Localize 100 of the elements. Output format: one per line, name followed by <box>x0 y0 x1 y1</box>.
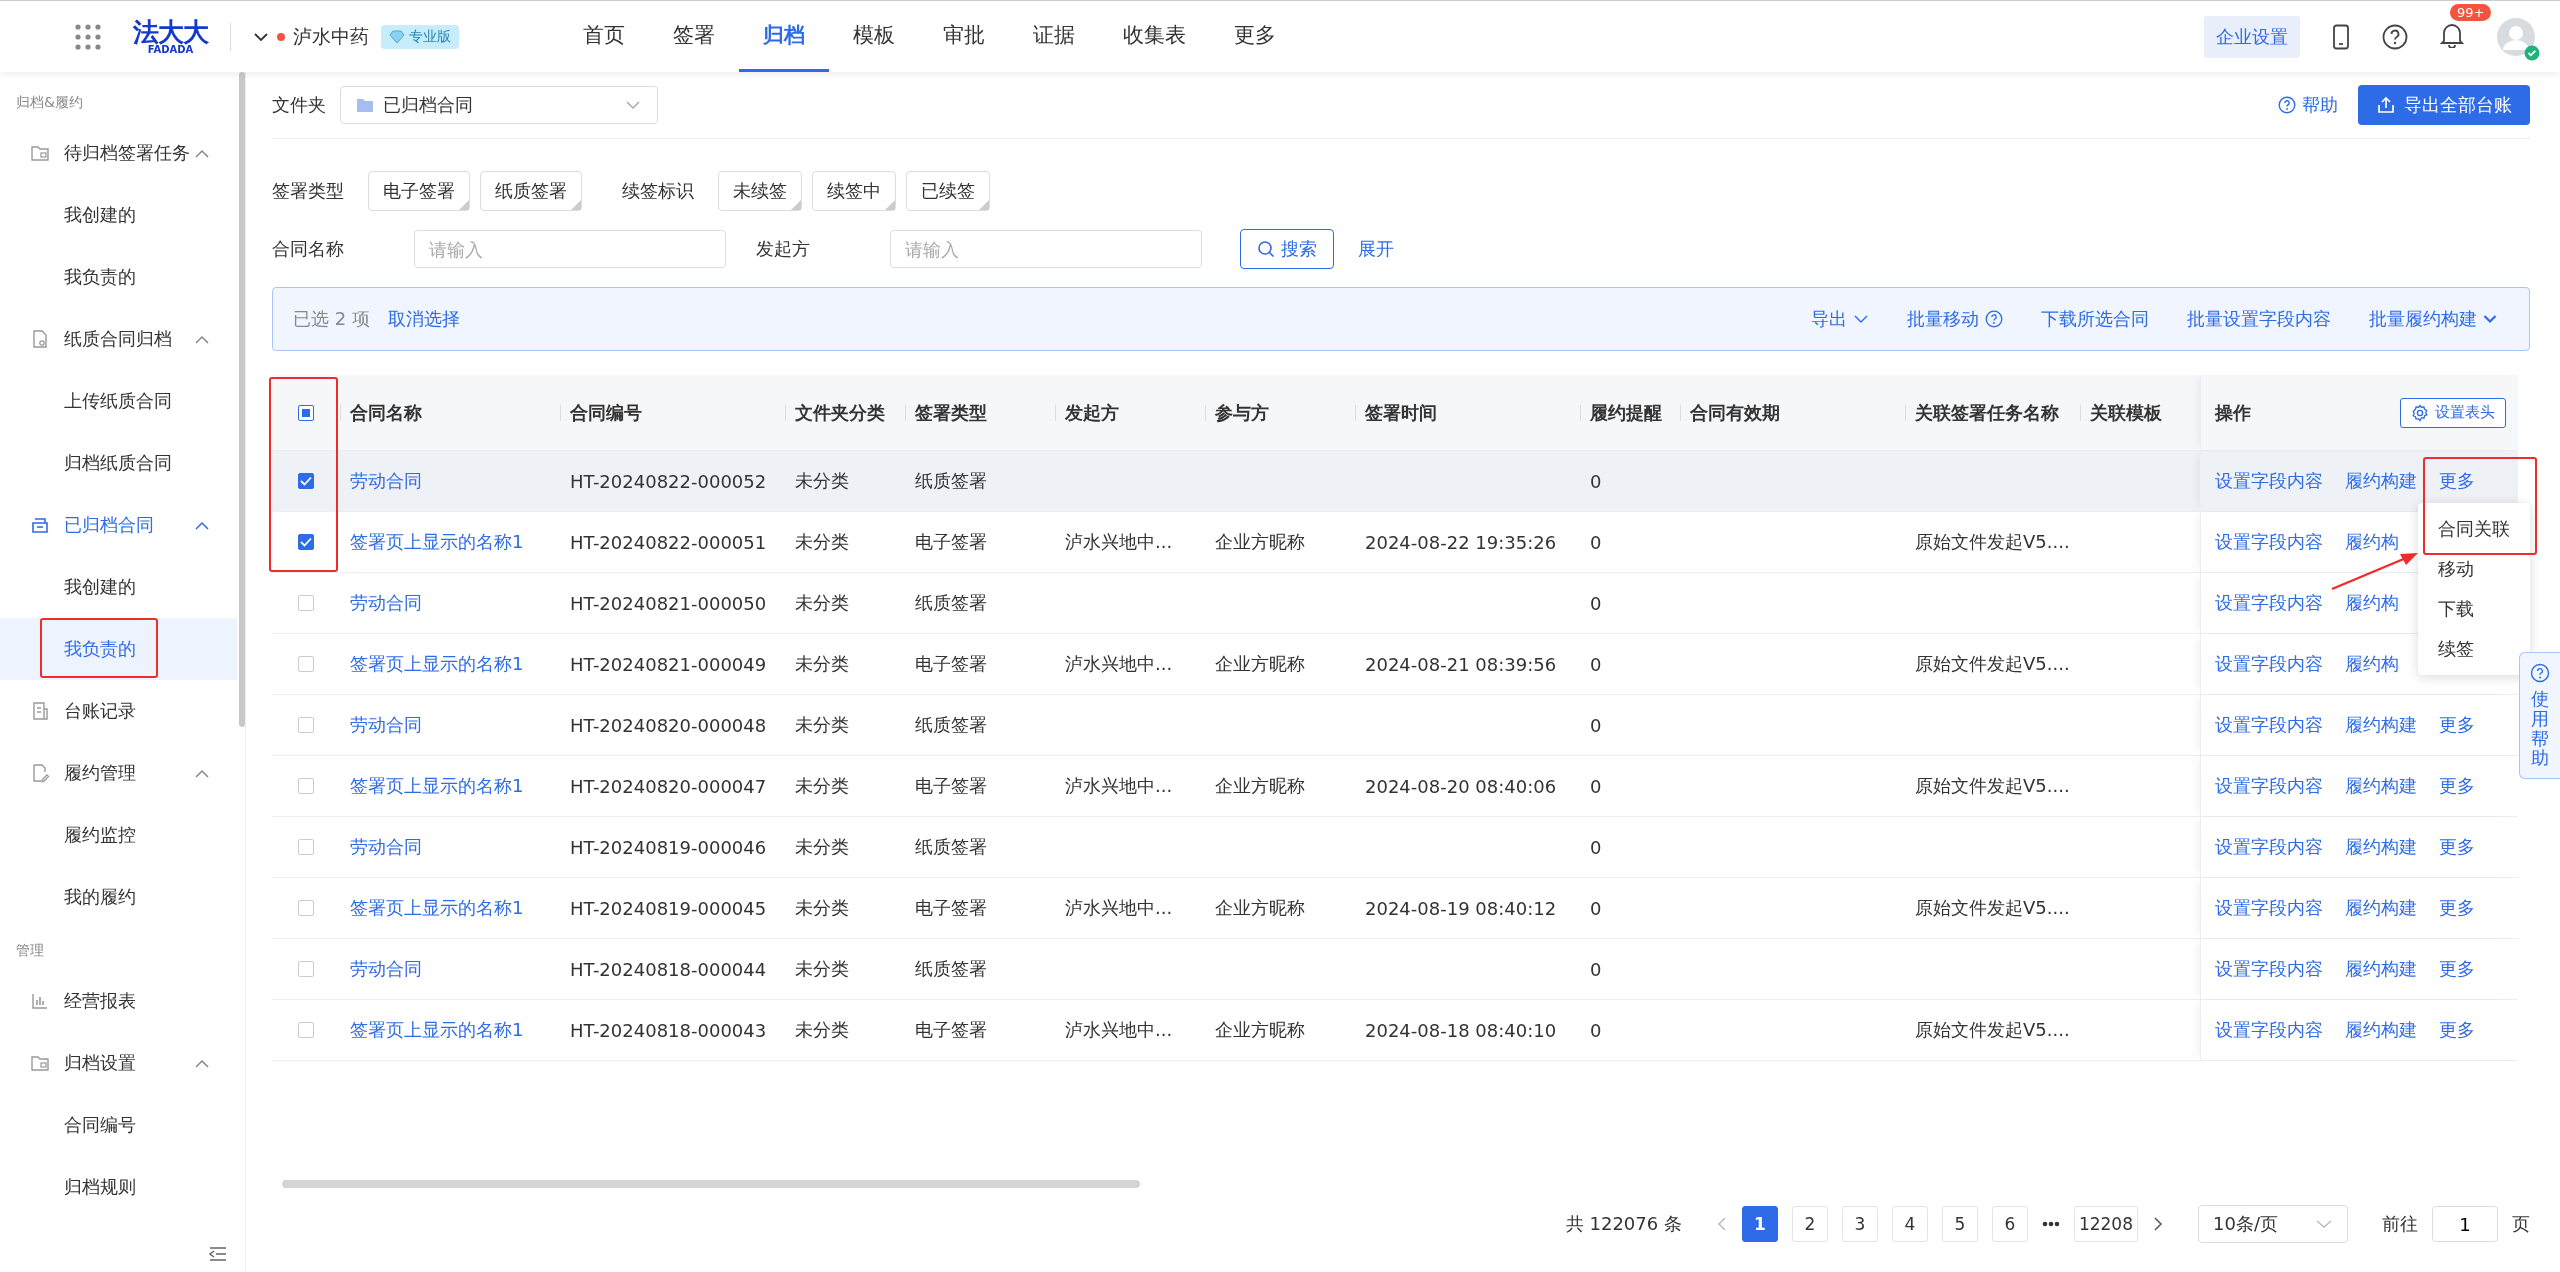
table-row[interactable]: 签署页上显示的名称1 HT-20240820-000047 未分类 电子签署 泸水兴地中... 企业方昵称 2024-08-20 08:40:06 0 原始文件发起V5.... 设置字段内容 履约构建 更多 <box>272 756 2518 817</box>
filter-tag[interactable]: 已续签 <box>906 171 990 211</box>
select-all-checkbox[interactable] <box>298 404 314 421</box>
page-button[interactable]: 3 <box>1841 1206 1878 1242</box>
table-row[interactable]: 劳动合同 HT-20240819-000046 未分类 纸质签署 0 设置字段内容 履约构建 更多 <box>272 817 2518 878</box>
cancel-selection-link[interactable]: 取消选择 <box>387 307 460 331</box>
row-action-link[interactable]: 设置字段内容 <box>2215 469 2323 493</box>
search-button[interactable]: 搜索 <box>1240 229 1334 269</box>
row-action-link[interactable]: 更多 <box>2439 713 2475 737</box>
filter-tag[interactable]: 电子签署 <box>368 171 470 211</box>
row-action-link[interactable]: 履约构建 <box>2345 896 2417 920</box>
contract-name-link[interactable]: 劳动合同 <box>350 958 422 979</box>
row-action-link[interactable]: 设置字段内容 <box>2215 774 2323 798</box>
row-action-link[interactable]: 设置字段内容 <box>2215 1018 2323 1042</box>
batch-action-link[interactable]: 导出 <box>1811 307 1869 331</box>
contract-name-link[interactable]: 劳动合同 <box>350 592 422 613</box>
row-action-link[interactable]: 履约构 <box>2345 530 2399 554</box>
enterprise-settings-button[interactable]: 企业设置 <box>2204 15 2300 58</box>
row-action-link[interactable]: 设置字段内容 <box>2215 957 2323 981</box>
sidebar-item[interactable]: 已归档合同 <box>0 494 233 556</box>
column-settings-button[interactable]: 设置表头 <box>2400 397 2506 428</box>
input-field[interactable]: 请输入 <box>414 230 726 268</box>
row-action-link[interactable]: 履约构建 <box>2345 713 2417 737</box>
table-row[interactable]: 签署页上显示的名称1 HT-20240819-000045 未分类 电子签署 泸水兴地中... 企业方昵称 2024-08-19 08:40:12 0 原始文件发起V5.... 设置字段内容 履约构建 更多 <box>272 878 2518 939</box>
row-action-link[interactable]: 更多 <box>2439 469 2475 493</box>
apps-grid-icon[interactable] <box>75 23 101 50</box>
sidebar-subitem[interactable]: 我负责的 <box>64 265 136 289</box>
expand-link[interactable]: 展开 <box>1358 237 1394 261</box>
contract-name-link[interactable]: 劳动合同 <box>350 470 422 491</box>
sidebar-item[interactable]: 待归档签署任务 <box>0 122 233 184</box>
table-row[interactable]: 劳动合同 HT-20240822-000052 未分类 纸质签署 0 设置字段内容 履约构建 更多 <box>272 451 2518 512</box>
page-button[interactable]: 6 <box>1991 1206 2028 1242</box>
folder-select[interactable]: 已归档合同 <box>340 86 658 124</box>
sidebar-item[interactable]: 台账记录 <box>0 680 233 742</box>
input-field[interactable]: 请输入 <box>890 230 1202 268</box>
nav-tab[interactable]: 证据 <box>1009 1 1099 72</box>
row-action-link[interactable]: 设置字段内容 <box>2215 591 2323 615</box>
sidebar-subitem[interactable]: 我创建的 <box>64 575 136 599</box>
bell-icon[interactable] <box>2440 21 2464 48</box>
row-action-link[interactable]: 履约构建 <box>2345 957 2417 981</box>
page-number-field[interactable]: 1 <box>2432 1206 2498 1242</box>
phone-icon[interactable] <box>2332 23 2350 50</box>
row-action-link[interactable]: 更多 <box>2439 896 2475 920</box>
contract-name-link[interactable]: 劳动合同 <box>350 714 422 735</box>
contract-name-link[interactable]: 劳动合同 <box>350 836 422 857</box>
sidebar-item[interactable]: 纸质合同归档 <box>0 308 233 370</box>
org-switcher[interactable]: 泸水中药 专业版 <box>253 23 459 50</box>
row-action-link[interactable]: 更多 <box>2439 957 2475 981</box>
row-action-link[interactable]: 履约构建 <box>2345 835 2417 859</box>
sidebar-subitem[interactable]: 履约监控 <box>64 823 136 847</box>
sidebar-subitem[interactable]: 我的履约 <box>64 885 136 909</box>
row-action-link[interactable]: 履约构 <box>2345 591 2399 615</box>
row-action-link[interactable]: 履约构建 <box>2345 469 2417 493</box>
export-all-button[interactable]: 导出全部台账 <box>2358 85 2530 125</box>
row-action-link[interactable]: 设置字段内容 <box>2215 713 2323 737</box>
page-button[interactable]: 12208 <box>2073 1206 2138 1242</box>
nav-tab[interactable]: 首页 <box>559 1 649 72</box>
sidebar-item[interactable]: 经营报表 <box>0 970 233 1032</box>
table-row[interactable]: 劳动合同 HT-20240818-000044 未分类 纸质签署 0 设置字段内容 履约构建 更多 <box>272 939 2518 1000</box>
page-button[interactable]: 2 <box>1791 1206 1828 1242</box>
more-pages-icon[interactable] <box>2041 1221 2060 1227</box>
help-link[interactable]: 帮助 <box>2278 93 2338 117</box>
page-size-select[interactable]: 10条/页 <box>2198 1205 2348 1243</box>
contract-name-link[interactable]: 签署页上显示的名称1 <box>350 653 524 674</box>
contract-name-link[interactable]: 签署页上显示的名称1 <box>350 897 524 918</box>
scrollbar-thumb[interactable] <box>239 72 245 727</box>
row-action-link[interactable]: 履约构建 <box>2345 1018 2417 1042</box>
nav-tab[interactable]: 归档 <box>739 1 829 72</box>
nav-tab[interactable]: 更多 <box>1210 1 1300 72</box>
filter-tag[interactable]: 纸质签署 <box>480 171 582 211</box>
sidebar-item[interactable]: 履约管理 <box>0 742 233 804</box>
sidebar-subitem[interactable]: 上传纸质合同 <box>64 389 172 413</box>
contract-name-link[interactable]: 签署页上显示的名称1 <box>350 775 524 796</box>
sidebar-subitem[interactable]: 我负责的 <box>64 637 136 661</box>
page-button[interactable]: 1 <box>1741 1206 1778 1242</box>
horizontal-scrollbar-thumb[interactable] <box>282 1180 1140 1188</box>
row-action-link[interactable]: 设置字段内容 <box>2215 530 2323 554</box>
batch-action-link[interactable]: 批量设置字段内容 <box>2187 307 2331 331</box>
row-action-link[interactable]: 设置字段内容 <box>2215 835 2323 859</box>
sidebar-subitem[interactable]: 我创建的 <box>64 203 136 227</box>
table-row[interactable]: 签署页上显示的名称1 HT-20240818-000043 未分类 电子签署 泸水兴地中... 企业方昵称 2024-08-18 08:40:10 0 原始文件发起V5.... 设置字段内容 履约构建 更多 <box>272 1000 2518 1061</box>
table-row[interactable]: 劳动合同 HT-20240820-000048 未分类 纸质签署 0 设置字段内容 履约构建 更多 <box>272 695 2518 756</box>
avatar-icon[interactable] <box>2496 16 2536 57</box>
contract-name-link[interactable]: 签署页上显示的名称1 <box>350 1019 524 1040</box>
nav-tab[interactable]: 签署 <box>649 1 739 72</box>
row-action-link[interactable]: 更多 <box>2439 1018 2475 1042</box>
sidebar-subitem[interactable]: 归档规则 <box>64 1175 136 1199</box>
nav-tab[interactable]: 模板 <box>829 1 919 72</box>
batch-action-link[interactable]: 批量履约构建 <box>2369 307 2497 331</box>
filter-tag[interactable]: 续签中 <box>812 171 896 211</box>
row-checkbox[interactable] <box>298 534 314 550</box>
sidebar-item[interactable]: 归档设置 <box>0 1032 233 1094</box>
row-action-link[interactable]: 更多 <box>2439 774 2475 798</box>
nav-tab[interactable]: 审批 <box>919 1 1009 72</box>
row-action-link[interactable]: 设置字段内容 <box>2215 896 2323 920</box>
sidebar-subitem[interactable]: 合同编号 <box>64 1113 136 1137</box>
batch-action-link[interactable]: 批量移动 <box>1907 307 2003 331</box>
row-action-link[interactable]: 设置字段内容 <box>2215 652 2323 676</box>
help-side-tab[interactable]: 使用帮助 <box>2519 652 2560 780</box>
previous-page-icon[interactable] <box>1715 1216 1728 1232</box>
